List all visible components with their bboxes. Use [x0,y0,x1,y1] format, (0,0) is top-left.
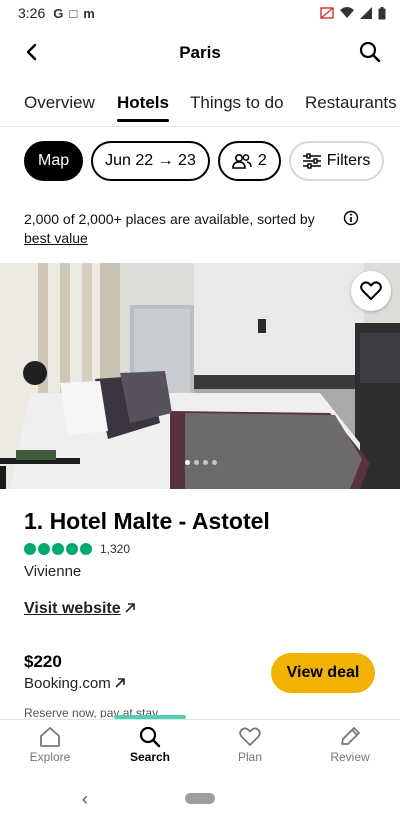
view-deal-button[interactable]: View deal [271,653,375,693]
photo-dot [185,460,190,465]
tab-hotels[interactable]: Hotels [117,86,169,124]
visit-website-link[interactable]: Visit website [24,600,135,618]
nav-search-label: Search [129,750,171,764]
system-back-button[interactable]: ‹ [82,789,88,810]
photo-notification-icon: □ [69,5,78,21]
tab-overview[interactable]: Overview [24,86,95,124]
dates-label: Jun 22 → 23 [105,152,196,169]
price: $220 [24,652,62,671]
nav-review[interactable]: Review [300,720,400,775]
home-icon [40,727,60,747]
neighborhood: Vivienne [24,563,82,580]
photo-pagination [185,460,217,465]
guests-icon [232,153,252,169]
signal-icon [360,7,372,19]
filters-label: Filters [326,152,371,169]
rating-bubbles: 1,320 [24,542,130,556]
dates-button[interactable]: Jun 22 → 23 [91,141,210,181]
visit-website-label: Visit website [24,600,121,617]
photo-dot [194,460,199,465]
arrow-left-icon [26,43,37,61]
heart-icon [360,281,382,300]
nav-explore-label: Explore [29,750,71,764]
battery-icon [378,6,386,19]
status-right [320,6,386,20]
provider-name: Booking.com [24,675,111,692]
info-icon[interactable] [343,210,359,226]
back-button[interactable] [18,38,46,66]
nav-explore[interactable]: Explore [0,720,100,775]
results-summary-text: 2,000 of 2,000+ places are available, so… [24,211,315,227]
tabs-divider [0,126,400,127]
heart-icon [239,727,261,746]
google-notification-icon: G [53,5,64,21]
search-button[interactable] [356,38,384,66]
hotel-name[interactable]: 1. Hotel Malte - Astotel [24,508,270,535]
status-time: 3:26 [18,5,46,21]
rating-bubble [66,543,78,555]
photo-dot [212,460,217,465]
review-count[interactable]: 1,320 [100,542,130,556]
rating-bubble [52,543,64,555]
rating-bubble [80,543,92,555]
map-label: Map [38,152,70,169]
external-link-icon [125,600,135,618]
bottom-navigation: Explore Search Plan Review [0,719,400,775]
map-button[interactable]: Map [24,141,84,181]
guests-button[interactable]: 2 [217,141,281,181]
hotel-photo[interactable] [0,263,400,489]
search-icon [139,726,161,748]
messages-notification-icon: m [83,5,95,21]
cast-icon [320,7,334,19]
status-bar: 3:26 G □ m [0,0,400,26]
booking-provider[interactable]: Booking.com [24,675,125,692]
sort-option-link[interactable]: best value [24,230,88,246]
sliders-icon [302,153,321,169]
guests-count: 2 [257,152,267,169]
notification-icons: G □ m [53,6,95,21]
hotel-room-image [0,263,400,489]
category-tabs: Overview Hotels Things to do Restaurants [0,86,400,126]
filter-chips: Map Jun 22 → 23 2 Filters [24,141,385,181]
nav-plan-label: Plan [237,750,263,764]
external-link-icon [115,675,125,692]
wifi-icon [340,7,354,18]
filters-button[interactable]: Filters [288,141,385,181]
pencil-icon [341,727,360,745]
top-app-bar: Paris [0,30,400,76]
nav-plan[interactable]: Plan [200,720,300,775]
tab-things-to-do[interactable]: Things to do [190,86,284,124]
system-home-button[interactable] [185,793,215,804]
tab-restaurants[interactable]: Restaurants [305,86,397,124]
photo-dot [203,460,208,465]
nav-review-label: Review [330,750,370,764]
page-title: Paris [179,43,221,62]
save-to-trip-button[interactable] [351,271,391,311]
nav-search[interactable]: Search [100,720,200,775]
system-navigation-bar: ‹ [0,776,400,822]
search-icon [359,41,381,63]
results-summary: 2,000 of 2,000+ places are available, so… [24,210,324,248]
rating-bubble [24,543,36,555]
rating-bubble [38,543,50,555]
